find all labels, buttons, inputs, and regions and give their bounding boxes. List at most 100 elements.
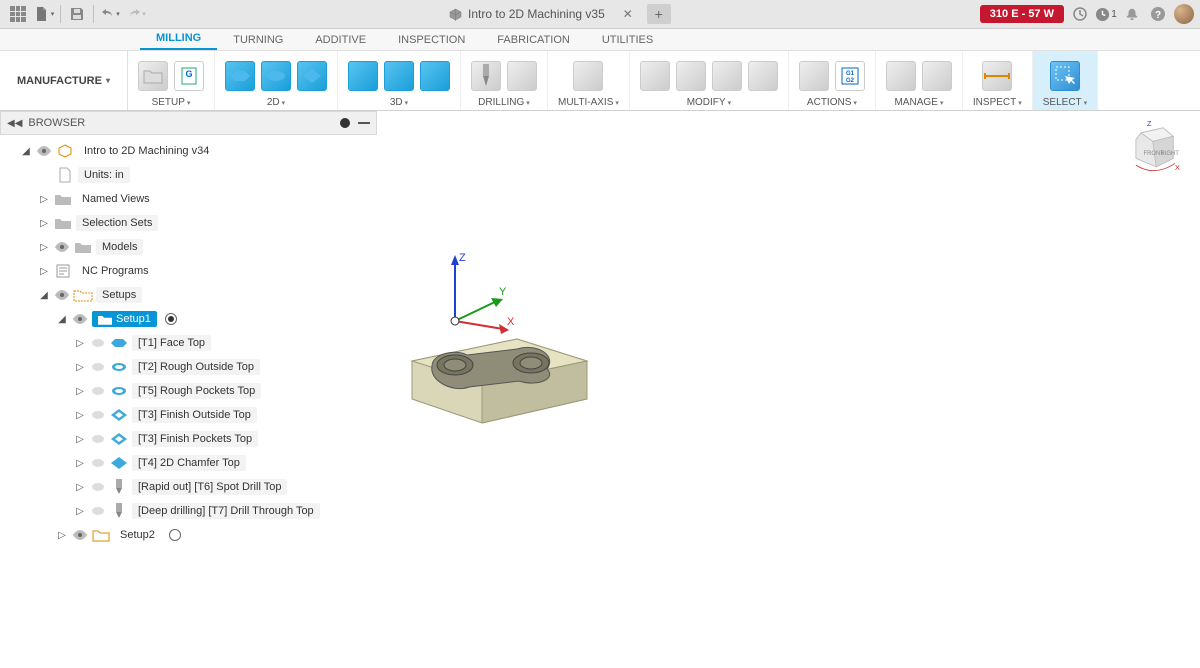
tab-milling[interactable]: MILLING [140, 28, 217, 50]
post-process-icon[interactable]: G1G2 [835, 61, 865, 91]
expand-icon[interactable]: ▷ [38, 241, 50, 253]
visibility-icon[interactable] [90, 407, 106, 423]
adaptive-3d-icon[interactable] [348, 61, 378, 91]
contour-2d-icon[interactable] [297, 61, 327, 91]
expand-icon[interactable]: ▷ [74, 361, 86, 373]
tool-library-icon[interactable] [886, 61, 916, 91]
model-preview[interactable] [397, 321, 597, 431]
workspace-switcher[interactable]: MANUFACTURE [0, 51, 128, 110]
visibility-icon[interactable] [90, 479, 106, 495]
tree-op[interactable]: ▷ [T1] Face Top [0, 331, 377, 355]
tree-setup1[interactable]: ◢ Setup1 [0, 307, 377, 331]
expand-icon[interactable]: ▷ [74, 385, 86, 397]
visibility-icon[interactable] [90, 383, 106, 399]
tab-turning[interactable]: TURNING [217, 30, 299, 50]
tree-op[interactable]: ▷ [Deep drilling] [T7] Drill Through Top [0, 499, 377, 523]
visibility-icon[interactable] [72, 311, 88, 327]
job-status-badge[interactable]: 310 E - 57 W [980, 5, 1064, 23]
tree-op[interactable]: ▷ [T2] Rough Outside Top [0, 355, 377, 379]
help-icon[interactable]: ? [1148, 4, 1168, 24]
active-setup-radio[interactable] [169, 529, 181, 541]
visibility-icon[interactable] [90, 503, 106, 519]
extensions-icon[interactable] [1070, 4, 1090, 24]
tree-setup2[interactable]: ▷ Setup2 [0, 523, 377, 547]
close-tab-button[interactable]: ✕ [619, 5, 637, 23]
nc-setup-icon[interactable]: G [174, 61, 204, 91]
ribbon-label-modify[interactable]: MODIFY [687, 97, 731, 108]
facing-icon[interactable] [225, 61, 255, 91]
tab-utilities[interactable]: UTILITIES [586, 30, 669, 50]
undo-button[interactable]: ▾ [98, 2, 122, 26]
expand-icon[interactable]: ▷ [38, 193, 50, 205]
user-avatar[interactable] [1174, 4, 1194, 24]
hole-recognition-icon[interactable] [507, 61, 537, 91]
tree-op[interactable]: ▷ [T3] Finish Outside Top [0, 403, 377, 427]
visibility-icon[interactable] [54, 239, 70, 255]
ribbon-label-2d[interactable]: 2D [267, 97, 285, 108]
visibility-icon[interactable] [90, 431, 106, 447]
ribbon-label-setup[interactable]: SETUP [152, 97, 191, 108]
notifications-icon[interactable] [1122, 4, 1142, 24]
active-setup-radio[interactable] [165, 313, 177, 325]
visibility-icon[interactable] [90, 335, 106, 351]
apps-grid-button[interactable] [6, 2, 30, 26]
browser-header[interactable]: ◀◀ BROWSER [0, 111, 377, 135]
browser-minimize-icon[interactable] [358, 122, 370, 124]
ribbon-label-manage[interactable]: MANAGE [894, 97, 943, 108]
tab-additive[interactable]: ADDITIVE [299, 30, 382, 50]
expand-icon[interactable]: ▷ [74, 505, 86, 517]
expand-icon[interactable]: ▷ [38, 265, 50, 277]
ribbon-label-actions[interactable]: ACTIONS [807, 97, 857, 108]
ribbon-label-select[interactable]: SELECT [1043, 97, 1087, 108]
redo-button[interactable]: ▾ [124, 2, 148, 26]
modify-break-icon[interactable] [676, 61, 706, 91]
file-menu-button[interactable]: ▾ [32, 2, 56, 26]
modify-tool-icon[interactable] [712, 61, 742, 91]
expand-icon[interactable]: ▷ [74, 481, 86, 493]
select-icon[interactable] [1050, 61, 1080, 91]
expand-icon[interactable]: ▷ [56, 529, 68, 541]
tree-models[interactable]: ▷ Models [0, 235, 377, 259]
ribbon-label-drilling[interactable]: DRILLING [478, 97, 530, 108]
visibility-icon[interactable] [36, 143, 52, 159]
expand-icon[interactable]: ▷ [74, 337, 86, 349]
expand-icon[interactable]: ▷ [74, 433, 86, 445]
tree-named-views[interactable]: ▷ Named Views [0, 187, 377, 211]
parallel-3d-icon[interactable] [384, 61, 414, 91]
tree-selection-sets[interactable]: ▷ Selection Sets [0, 211, 377, 235]
task-manager-icon[interactable] [922, 61, 952, 91]
ribbon-label-inspect[interactable]: INSPECT [973, 97, 1022, 108]
save-button[interactable] [65, 2, 89, 26]
collapse-icon[interactable]: ◀◀ [7, 118, 22, 129]
tree-op[interactable]: ▷ [T5] Rough Pockets Top [0, 379, 377, 403]
ribbon-label-multiaxis[interactable]: MULTI-AXIS [558, 97, 619, 108]
visibility-icon[interactable] [90, 359, 106, 375]
tree-units[interactable]: Units: in [0, 163, 377, 187]
new-tab-button[interactable]: + [647, 4, 671, 24]
expand-icon[interactable]: ▷ [38, 217, 50, 229]
multiaxis-icon[interactable] [573, 61, 603, 91]
expand-icon[interactable]: ◢ [38, 289, 50, 301]
contour-3d-icon[interactable] [420, 61, 450, 91]
tree-root[interactable]: ◢ Intro to 2D Machining v34 [0, 139, 377, 163]
generate-icon[interactable] [799, 61, 829, 91]
expand-icon[interactable]: ▷ [74, 409, 86, 421]
measure-icon[interactable] [982, 61, 1012, 91]
adaptive-2d-icon[interactable] [261, 61, 291, 91]
tab-inspection[interactable]: INSPECTION [382, 30, 481, 50]
job-queue-icon[interactable]: 1 [1096, 4, 1116, 24]
modify-join-icon[interactable] [748, 61, 778, 91]
tree-op[interactable]: ▷ [Rapid out] [T6] Spot Drill Top [0, 475, 377, 499]
modify-cut-icon[interactable] [640, 61, 670, 91]
visibility-icon[interactable] [90, 455, 106, 471]
folder-open-icon[interactable] [138, 61, 168, 91]
ribbon-label-3d[interactable]: 3D [390, 97, 408, 108]
tree-op[interactable]: ▷ [T4] 2D Chamfer Top [0, 451, 377, 475]
tree-op[interactable]: ▷ [T3] Finish Pockets Top [0, 427, 377, 451]
viewcube[interactable]: FRONT RIGHT Z X [1124, 121, 1180, 177]
browser-options-icon[interactable] [340, 118, 350, 128]
viewport-3d[interactable]: FRONT RIGHT Z X Z Y X [377, 111, 1200, 668]
visibility-icon[interactable] [54, 287, 70, 303]
tab-fabrication[interactable]: FABRICATION [481, 30, 586, 50]
expand-icon[interactable]: ◢ [20, 145, 32, 157]
